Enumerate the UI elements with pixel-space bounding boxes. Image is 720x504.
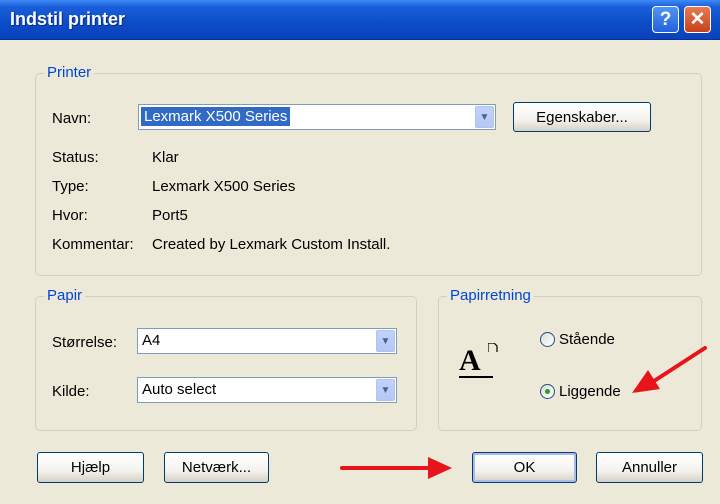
chevron-down-icon[interactable]: ▼ [475, 106, 494, 128]
status-value: Klar [152, 149, 179, 166]
landscape-page-icon: A [459, 343, 498, 378]
cancel-button[interactable]: Annuller [596, 452, 703, 483]
printer-setup-dialog: Indstil printer ? ✕ Printer Navn: Lexmar… [0, 0, 720, 504]
paper-group: Papir [35, 287, 417, 431]
close-title-button[interactable]: ✕ [684, 6, 711, 33]
page-corner-icon [488, 343, 498, 352]
red-arrow-icon [340, 457, 452, 479]
paper-group-title: Papir [44, 287, 86, 304]
network-button[interactable]: Netværk... [164, 452, 269, 483]
network-button-label: Netværk... [181, 459, 252, 476]
size-label: Størrelse: [52, 334, 118, 351]
paper-size-select[interactable]: A4 ▼ [137, 328, 397, 354]
paper-size-value: A4 [142, 332, 161, 349]
comment-value: Created by Lexmark Custom Install. [152, 236, 391, 253]
source-label: Kilde: [52, 383, 90, 400]
type-value: Lexmark X500 Series [152, 178, 296, 195]
help-button-label: Hjælp [70, 459, 111, 476]
portrait-label[interactable]: Stående [559, 331, 615, 348]
portrait-radio[interactable] [540, 332, 555, 347]
where-label: Hvor: [52, 207, 88, 224]
properties-button-label: Egenskaber... [536, 108, 628, 126]
landscape-radio[interactable] [540, 384, 555, 399]
where-value: Port5 [152, 207, 188, 224]
printer-group-title: Printer [44, 64, 95, 81]
printer-name-value: Lexmark X500 Series [141, 107, 291, 126]
chevron-down-icon[interactable]: ▼ [376, 379, 395, 401]
landscape-label[interactable]: Liggende [559, 383, 621, 400]
help-title-button[interactable]: ? [652, 6, 679, 33]
properties-button[interactable]: Egenskaber... [513, 102, 651, 132]
question-icon: ? [659, 8, 672, 30]
cancel-button-label: Annuller [621, 459, 678, 476]
orientation-group-title: Papirretning [447, 287, 534, 304]
chevron-down-icon[interactable]: ▼ [376, 330, 395, 352]
ok-button[interactable]: OK [472, 452, 577, 483]
type-label: Type: [52, 178, 89, 195]
status-label: Status: [52, 149, 99, 166]
name-label: Navn: [52, 110, 92, 127]
title-bar[interactable]: Indstil printer ? ✕ [0, 0, 720, 40]
printer-name-select[interactable]: Lexmark X500 Series ▼ [138, 104, 496, 130]
paper-source-value: Auto select [142, 381, 217, 398]
help-button[interactable]: Hjælp [37, 452, 144, 483]
comment-label: Kommentar: [52, 236, 134, 253]
ok-button-label: OK [513, 459, 536, 476]
window-title: Indstil printer [10, 9, 126, 29]
orientation-icon-letter: A [459, 344, 481, 377]
close-icon: ✕ [689, 9, 706, 30]
paper-source-select[interactable]: Auto select ▼ [137, 377, 397, 403]
